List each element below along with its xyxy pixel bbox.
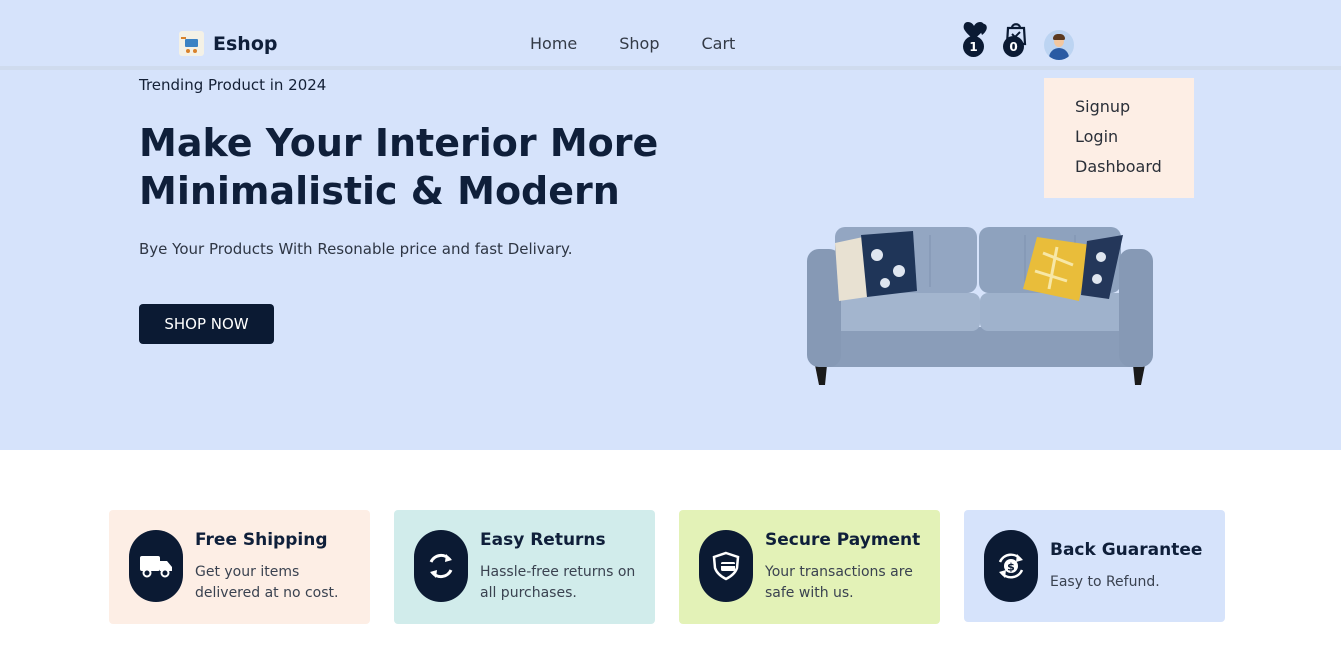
money-back-icon: $ <box>984 530 1038 602</box>
shop-now-button[interactable]: SHOP NOW <box>139 304 274 344</box>
nav-icons: 1 0 <box>962 19 1074 60</box>
nav-link-home[interactable]: Home <box>530 34 577 53</box>
user-dropdown-menu: Signup Login Dashboard <box>1044 78 1194 198</box>
feature-card-easy-returns: Easy Returns Hassle-free returns on all … <box>394 510 655 624</box>
feature-card-secure-payment: Secure Payment Your transactions are saf… <box>679 510 940 624</box>
features-section: Free Shipping Get your items delivered a… <box>109 510 1225 624</box>
brand[interactable]: Eshop <box>179 31 277 56</box>
wishlist-button[interactable]: 1 <box>962 19 992 57</box>
feature-title: Back Guarantee <box>1050 540 1203 560</box>
menu-item-signup[interactable]: Signup <box>1075 97 1194 127</box>
shield-card-icon <box>699 530 753 602</box>
navbar: Eshop Home Shop Cart 1 0 <box>0 0 1341 70</box>
feature-desc: Get your items delivered at no cost. <box>195 564 339 601</box>
feature-title: Free Shipping <box>195 530 328 550</box>
feature-card-back-guarantee: $ Back Guarantee Easy to Refund. <box>964 510 1225 622</box>
wishlist-count-badge: 1 <box>963 36 984 57</box>
feature-desc: Easy to Refund. <box>1050 574 1160 590</box>
menu-item-login[interactable]: Login <box>1075 127 1194 157</box>
nav-link-shop[interactable]: Shop <box>619 34 659 53</box>
feature-card-free-shipping: Free Shipping Get your items delivered a… <box>109 510 370 624</box>
nav-link-cart[interactable]: Cart <box>702 34 736 53</box>
user-avatar[interactable] <box>1044 30 1074 60</box>
feature-title: Easy Returns <box>480 530 606 550</box>
feature-desc: Your transactions are safe with us. <box>765 564 913 601</box>
cart-count-badge: 0 <box>1003 36 1024 57</box>
brand-logo-icon <box>179 31 204 56</box>
hero-eyebrow: Trending Product in 2024 <box>139 76 327 94</box>
menu-item-dashboard[interactable]: Dashboard <box>1075 157 1194 187</box>
brand-name: Eshop <box>213 32 278 55</box>
feature-title: Secure Payment <box>765 530 921 550</box>
hero-title: Make Your Interior More Minimalistic & M… <box>139 121 659 213</box>
truck-icon <box>129 530 183 602</box>
cart-button[interactable]: 0 <box>1002 19 1032 57</box>
feature-desc: Hassle-free returns on all purchases. <box>480 564 636 601</box>
refresh-icon <box>414 530 468 602</box>
main-nav: Home Shop Cart <box>530 34 735 53</box>
sofa-image <box>807 227 1153 385</box>
hero-subtitle: Bye Your Products With Resonable price a… <box>139 240 573 258</box>
svg-text:$: $ <box>1007 561 1015 574</box>
